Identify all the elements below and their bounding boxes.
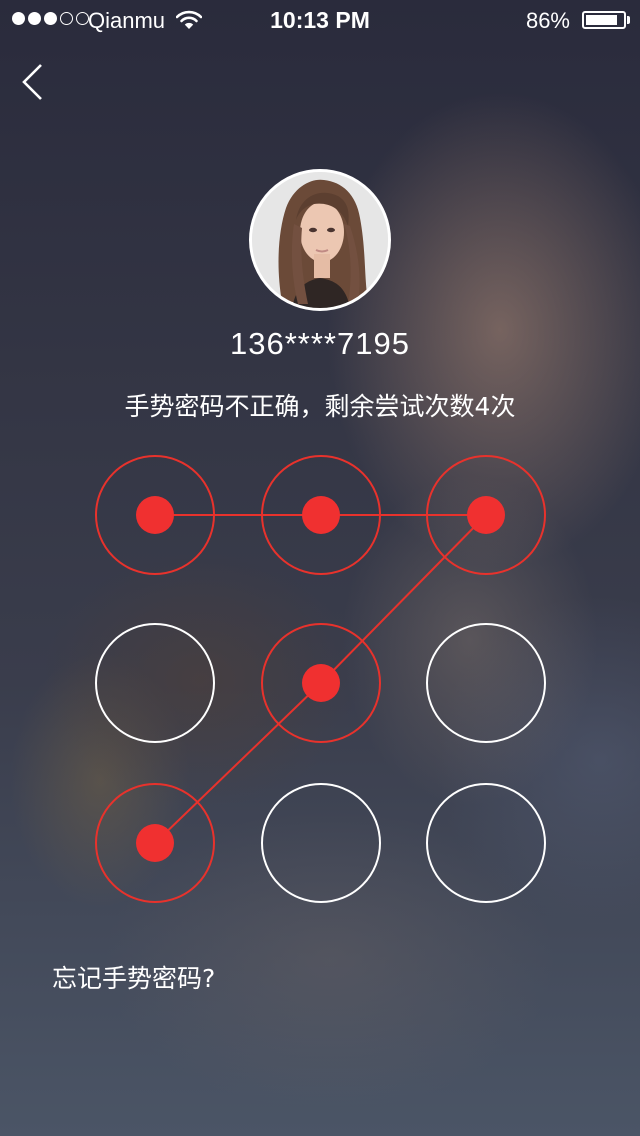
battery-percentage: 86%: [525, 8, 570, 33]
account-phone-number: 136****7195: [230, 326, 410, 361]
gesture-node[interactable]: [95, 455, 215, 575]
error-message: 手势密码不正确，剩余尝试次数4次: [124, 392, 516, 421]
gesture-node[interactable]: [95, 783, 215, 903]
gesture-node-dot: [136, 824, 174, 862]
chevron-left-icon: [22, 64, 42, 100]
user-avatar-photo: [252, 172, 388, 308]
gesture-node[interactable]: [426, 783, 546, 903]
gesture-node[interactable]: [95, 623, 215, 743]
gesture-node[interactable]: [261, 783, 381, 903]
avatar: [249, 169, 391, 311]
gesture-node[interactable]: [426, 455, 546, 575]
back-button[interactable]: [14, 60, 54, 104]
gesture-node-dot: [467, 496, 505, 534]
forgot-gesture-link[interactable]: 忘记手势密码?: [52, 959, 215, 995]
gesture-lock-screen: Qianmu 10:13 PM 86% 136****7195 手势密码不正确，…: [0, 0, 640, 1136]
gesture-node[interactable]: [426, 623, 546, 743]
battery-tip: [627, 16, 630, 24]
gesture-node-dot: [302, 664, 340, 702]
gesture-node-dot: [136, 496, 174, 534]
status-bar: Qianmu 10:13 PM 86%: [0, 0, 640, 40]
battery-level-fill: [586, 15, 617, 25]
gesture-node[interactable]: [261, 455, 381, 575]
gesture-node-dot: [302, 496, 340, 534]
battery-icon: [582, 11, 626, 29]
gesture-node[interactable]: [261, 623, 381, 743]
